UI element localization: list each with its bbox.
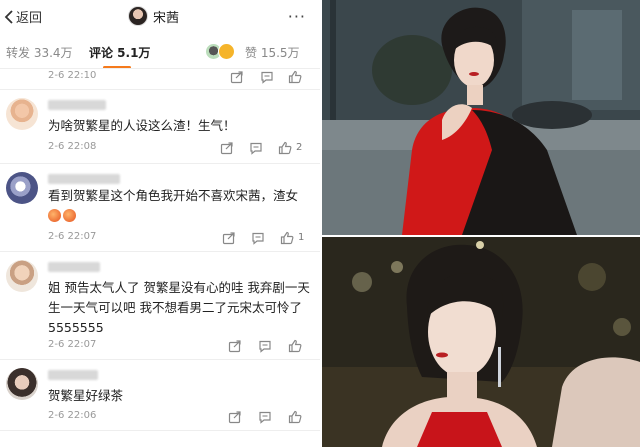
comment-time: 2-6 22:06 <box>48 410 97 421</box>
top-bar: 返回 宋茜 ··· <box>0 0 320 34</box>
username-blurred[interactable] <box>48 100 106 110</box>
photo-illustration <box>322 237 640 447</box>
angry-emoji-icon <box>48 209 61 222</box>
photo-illustration <box>322 0 640 235</box>
comment-time: 2-6 22:08 <box>48 141 97 152</box>
comment-icon[interactable] <box>251 231 265 245</box>
divider <box>0 359 320 360</box>
angry-emoji-icon <box>63 209 76 222</box>
comment-text-content: 看到贺繁星这个角色我开始不喜欢宋茜，渣女 <box>48 188 299 203</box>
username-blurred[interactable] <box>48 174 120 184</box>
avatar <box>218 43 235 60</box>
avatar <box>128 6 148 26</box>
comment-icon[interactable] <box>258 410 272 424</box>
thumbs-up-icon[interactable] <box>280 231 294 245</box>
tab-comments[interactable]: 评论 5.1万 <box>89 44 150 61</box>
profile-title[interactable]: 宋茜 <box>128 6 179 26</box>
comment-item: 贺繁星好绿茶 <box>0 362 320 447</box>
thumbs-up-icon[interactable] <box>278 141 292 155</box>
share-icon[interactable] <box>230 70 244 84</box>
tab-likes[interactable]: 赞 15.5万 <box>245 44 300 61</box>
avatar[interactable] <box>6 260 38 292</box>
comment-icon[interactable] <box>260 70 274 84</box>
comment-icon[interactable] <box>249 141 263 155</box>
username-blurred[interactable] <box>48 370 98 380</box>
thumbs-up-icon[interactable] <box>288 70 302 84</box>
comment-icon[interactable] <box>258 339 272 353</box>
comment-meta-row: 2-6 22:08 2 <box>48 141 310 157</box>
divider <box>0 163 320 164</box>
divider <box>0 89 320 90</box>
divider <box>0 430 320 431</box>
more-icon[interactable]: ··· <box>288 7 306 26</box>
drama-still-photo-bottom <box>322 237 640 447</box>
avatar[interactable] <box>6 98 38 130</box>
weibo-comment-screen: 返回 宋茜 ··· 转发 33.4万 评论 5.1万 赞 15.5万 2-6 2… <box>0 0 320 447</box>
liker-avatars[interactable] <box>205 43 235 60</box>
like-count: 1 <box>298 232 305 243</box>
thumbs-up-icon[interactable] <box>288 410 302 424</box>
screenshot-collage: 返回 宋茜 ··· 转发 33.4万 评论 5.1万 赞 15.5万 2-6 2… <box>0 0 640 447</box>
comment-time: 2-6 22:07 <box>48 339 97 350</box>
comment-meta-row: 2-6 22:07 <box>48 339 310 355</box>
username-blurred[interactable] <box>48 262 100 272</box>
comment-meta-row: 2-6 22:06 <box>48 410 310 426</box>
share-icon[interactable] <box>228 339 242 353</box>
page-title: 宋茜 <box>153 10 180 26</box>
back-button[interactable]: 返回 <box>4 7 42 26</box>
comment-meta-row: 2-6 22:07 1 <box>48 231 310 247</box>
tab-reposts[interactable]: 转发 33.4万 <box>6 44 73 61</box>
comment-meta-row: 2-6 22:10 <box>48 70 310 86</box>
share-icon[interactable] <box>228 410 242 424</box>
chevron-left-icon <box>4 9 13 24</box>
avatar[interactable] <box>6 172 38 204</box>
back-label: 返回 <box>16 11 43 26</box>
divider <box>0 68 320 69</box>
share-icon[interactable] <box>222 231 236 245</box>
comment-time: 2-6 22:10 <box>48 70 97 81</box>
share-icon[interactable] <box>220 141 234 155</box>
divider <box>0 251 320 252</box>
thumbs-up-icon[interactable] <box>288 339 302 353</box>
comment-text: 姐 预告太气人了 贺繁星没有心的哇 我弃剧一天 生一天气可以吧 我不想看男二了元… <box>48 280 310 335</box>
drama-still-photo-top <box>322 0 640 235</box>
tab-bar: 转发 33.4万 评论 5.1万 赞 15.5万 <box>0 40 320 69</box>
comment-text: 为啥贺繁星的人设这么渣！生气！ <box>48 118 236 133</box>
comment-text: 贺繁星好绿茶 <box>48 388 124 403</box>
comment-text: 看到贺繁星这个角色我开始不喜欢宋茜，渣女 <box>48 186 310 226</box>
comment-time: 2-6 22:07 <box>48 231 97 242</box>
like-count: 2 <box>296 142 303 153</box>
avatar[interactable] <box>6 368 38 400</box>
